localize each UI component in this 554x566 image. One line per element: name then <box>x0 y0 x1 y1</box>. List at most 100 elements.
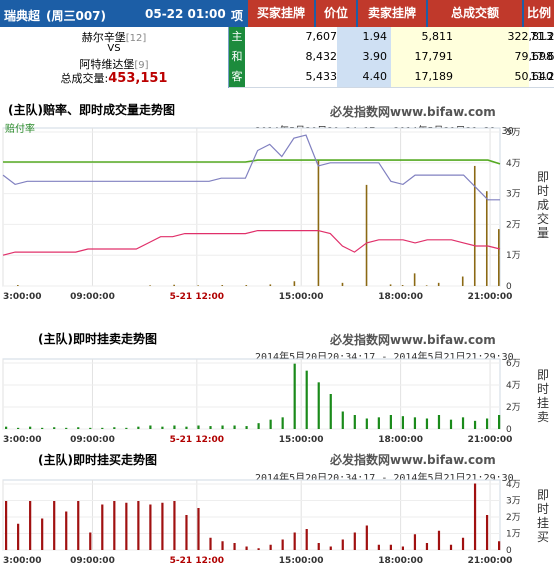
buy-bar <box>185 515 188 550</box>
price-value: 1.94 <box>362 30 388 43</box>
x-tick-label: 18:00:00 <box>378 292 423 302</box>
y-tick-label: 3万 <box>506 497 520 507</box>
sell-bar <box>269 419 272 429</box>
y-tick-label: 2万 <box>506 403 520 413</box>
volume-bar <box>197 285 199 286</box>
row-home: 主 7,607 1.94 5,811 322,813 71.2 <box>229 27 554 48</box>
volume-bar <box>425 285 428 286</box>
buy-bar <box>113 501 116 550</box>
row-label: 和 <box>229 47 245 67</box>
volume-bar <box>413 273 416 286</box>
buy-bar <box>305 529 308 550</box>
volume-bar <box>149 285 151 286</box>
volume-bar <box>437 282 440 286</box>
x-tick-label: 21:00:00 <box>468 435 513 445</box>
x-tick-label: 3:00:00 <box>3 556 42 566</box>
panel1-title: (主队)赔率、即时成交量走势图 <box>8 103 175 117</box>
sell-bar <box>149 425 152 429</box>
sell-bar <box>437 415 441 429</box>
vs-label: VS <box>107 43 121 54</box>
plot-area <box>2 127 501 287</box>
x-tick-label: 5-21 12:00 <box>170 292 224 302</box>
volume-bar <box>245 285 248 286</box>
x-tick-label: 5-21 12:00 <box>170 435 224 445</box>
volume-bar <box>341 282 344 286</box>
y-tick-label: 2万 <box>506 220 520 230</box>
sell-bar <box>293 363 296 429</box>
total-volume-value: 453,151 <box>108 71 168 86</box>
buy-bar <box>29 501 32 550</box>
sell-bar <box>257 423 260 429</box>
ratio-value: 17.6 <box>530 50 554 63</box>
buy-value: 8,432 <box>305 50 338 63</box>
buy-bar <box>5 501 8 550</box>
y-tick-label: 2万 <box>506 513 520 523</box>
sell-bar <box>89 427 92 429</box>
row-label: 客 <box>229 67 245 87</box>
x-tick-label: 18:00:00 <box>378 556 423 566</box>
col-sell-header: 卖家挂牌 <box>358 0 426 27</box>
col-volume-header: 总成交额 <box>428 0 522 27</box>
x-tick-label: 09:00:00 <box>70 435 115 445</box>
odds-rows: 主 7,607 1.94 5,811 322,813 71.2 和 8,432 … <box>229 27 554 88</box>
sell-bar <box>161 426 164 429</box>
match-info: 赫尔辛堡[12] VS 阿特维达堡[9] 总成交量:453,151 <box>0 27 229 88</box>
col-item: 项 <box>231 9 244 23</box>
sell-bar <box>389 415 392 429</box>
price-value: 3.90 <box>362 50 388 63</box>
buy-bar <box>269 544 272 550</box>
sell-bar <box>113 427 116 429</box>
col-ratio-header: 比例 <box>524 0 554 27</box>
sell-bar <box>125 427 128 429</box>
x-tick-label: 3:00:00 <box>3 435 42 445</box>
sell-chart: 3:00:00 09:00:00 5-21 12:00 15:00:00 18:00:0… <box>2 358 520 445</box>
buy-bar <box>149 504 152 550</box>
buy-bar <box>329 546 332 550</box>
buy-bar <box>389 544 392 550</box>
header-bar: 瑞典超 (周三007) 05-22 01:00 项 买家挂牌 价位 卖家挂牌 总… <box>0 0 554 27</box>
volume-bar <box>365 184 368 286</box>
buy-bar <box>209 537 212 550</box>
buy-bar <box>473 483 477 550</box>
sell-bar <box>341 411 344 429</box>
buy-bar <box>293 532 296 550</box>
sell-bar <box>209 426 212 429</box>
x-tick-label: 21:00:00 <box>468 292 513 302</box>
volume-bar <box>389 284 392 286</box>
y-tick-label: 0 <box>506 546 512 556</box>
sell-bar <box>173 425 176 429</box>
buy-bar <box>89 532 92 550</box>
buy-bar <box>317 543 320 550</box>
sell-bar <box>329 394 332 429</box>
x-tick-label: 21:00:00 <box>468 556 513 566</box>
buy-bar <box>53 501 56 550</box>
sell-bar <box>365 418 368 429</box>
sell-bar <box>41 427 44 429</box>
col-price-header: 价位 <box>316 0 356 27</box>
x-tick-label: 09:00:00 <box>70 556 115 566</box>
buy-bar <box>233 543 236 550</box>
sell-bar <box>53 427 56 429</box>
y-tick-label: 4万 <box>506 159 520 169</box>
buy-bar <box>17 523 20 550</box>
col-buy-header: 买家挂牌 <box>248 0 314 27</box>
sell-bar <box>401 416 405 429</box>
buy-value: 5,433 <box>305 70 338 83</box>
sell-bar <box>473 420 477 429</box>
x-tick-label: 18:00:00 <box>378 435 423 445</box>
buy-bar <box>41 518 44 550</box>
volume-bar <box>461 276 464 286</box>
total-volume: 总成交量:453,151 <box>60 71 168 86</box>
sell-bar <box>353 415 356 429</box>
volume-bar <box>485 191 488 286</box>
y-tick-label: 0 <box>506 425 512 435</box>
league-name: 瑞典超 <box>4 9 41 23</box>
sell-bar <box>461 417 465 429</box>
buy-bar <box>77 501 80 550</box>
volume-bar <box>498 229 500 286</box>
volume-bar <box>293 281 296 286</box>
buy-bar <box>341 539 344 550</box>
sell-bar <box>137 426 140 429</box>
sell-bar <box>305 370 308 429</box>
buy-bar <box>461 537 465 550</box>
